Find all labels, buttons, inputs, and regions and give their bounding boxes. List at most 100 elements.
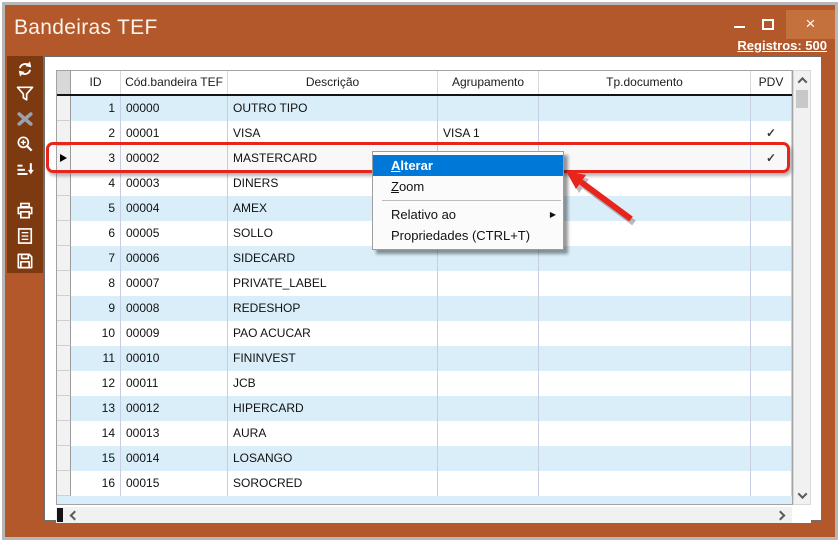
filter-icon <box>15 84 35 104</box>
filter-button[interactable] <box>7 81 43 106</box>
row-selector-cell[interactable] <box>57 121 71 146</box>
row-selector-cell[interactable] <box>57 371 71 396</box>
row-selector-cell[interactable] <box>57 96 71 121</box>
cell-codigo: 00012 <box>121 396 228 421</box>
table-row[interactable]: 1600015SOROCRED <box>57 471 792 496</box>
column-header-descricao[interactable]: Descrição <box>228 71 438 94</box>
cell-tp_documento <box>539 321 751 346</box>
cell-id: 9 <box>71 296 121 321</box>
column-header-id[interactable]: ID <box>71 71 121 94</box>
horizontal-scrollbar[interactable] <box>56 507 811 523</box>
maximize-button[interactable] <box>757 13 779 35</box>
cell-descricao: VISA <box>228 121 438 146</box>
cell-pdv <box>751 396 792 421</box>
cell-descricao: LOSANGO <box>228 446 438 471</box>
cell-pdv: ✓ <box>751 121 792 146</box>
cell-agrupamento <box>438 421 539 446</box>
clear-filter-button[interactable] <box>7 106 43 131</box>
menu-item-alterar[interactable]: Alterar <box>373 155 563 176</box>
cell-agrupamento: VISA 1 <box>438 121 539 146</box>
cell-codigo: 00015 <box>121 471 228 496</box>
cell-pdv <box>751 471 792 496</box>
row-selector-cell[interactable] <box>57 446 71 471</box>
horizontal-scroll-thumb[interactable] <box>57 508 63 522</box>
menu-item-relativo-ao[interactable]: Relativo ao▶ <box>373 204 563 225</box>
row-selector-cell[interactable] <box>57 196 71 221</box>
table-row[interactable]: 1100010FININVEST <box>57 346 792 371</box>
cell-id: 3 <box>71 146 121 171</box>
minimize-icon <box>734 26 745 28</box>
row-selector-cell[interactable] <box>57 471 71 496</box>
table-row[interactable]: 800007PRIVATE_LABEL <box>57 271 792 296</box>
report-button[interactable] <box>7 223 43 248</box>
row-selector-cell[interactable] <box>57 271 71 296</box>
refresh-button[interactable] <box>7 56 43 81</box>
table-row[interactable]: 1000009PAO ACUCAR <box>57 321 792 346</box>
cell-codigo: 00004 <box>121 196 228 221</box>
row-selector-cell[interactable] <box>57 421 71 446</box>
title-bar[interactable]: Bandeiras TEF × Registros: 500 <box>5 5 835 56</box>
save-button[interactable] <box>7 248 43 273</box>
cell-tp_documento <box>539 396 751 421</box>
scroll-up-button[interactable] <box>794 72 810 88</box>
data-grid: IDCód.bandeira TEFDescriçãoAgrupamentoTp… <box>56 70 793 505</box>
column-header-pdv[interactable]: PDV <box>751 71 792 94</box>
row-selector-header <box>57 71 71 94</box>
cell-tp_documento <box>539 471 751 496</box>
row-selector-cell[interactable] <box>57 221 71 246</box>
cell-id: 11 <box>71 346 121 371</box>
minimize-button[interactable] <box>729 13 751 35</box>
cell-codigo: 00006 <box>121 246 228 271</box>
column-header-tp_documento[interactable]: Tp.documento <box>539 71 751 94</box>
print-button[interactable] <box>7 198 43 223</box>
table-row[interactable]: 1400013AURA <box>57 421 792 446</box>
column-header-agrupamento[interactable]: Agrupamento <box>438 71 539 94</box>
table-row[interactable]: 100000OUTRO TIPO <box>57 96 792 121</box>
toolbar-panel <box>7 56 43 273</box>
menu-item-zoom[interactable]: Zoom <box>373 176 563 197</box>
cell-codigo: 00010 <box>121 346 228 371</box>
row-selector-cell[interactable] <box>57 346 71 371</box>
menu-item-propriedades-ctrl-t[interactable]: Propriedades (CTRL+T) <box>373 225 563 246</box>
row-selector-cell[interactable] <box>57 396 71 421</box>
cell-id: 12 <box>71 371 121 396</box>
cell-pdv <box>751 446 792 471</box>
cell-pdv <box>751 196 792 221</box>
row-selector-cell[interactable] <box>57 296 71 321</box>
zoom-button[interactable] <box>7 131 43 156</box>
cell-pdv <box>751 296 792 321</box>
table-row[interactable]: 1300012HIPERCARD <box>57 396 792 421</box>
checkmark-icon: ✓ <box>766 126 776 140</box>
table-row[interactable]: 1200011JCB <box>57 371 792 396</box>
scroll-left-button[interactable] <box>66 507 82 523</box>
registros-link[interactable]: Registros: 500 <box>737 38 827 53</box>
row-selector-cell[interactable] <box>57 246 71 271</box>
sort-button[interactable] <box>7 156 43 181</box>
save-icon <box>15 251 35 271</box>
cell-descricao: PRIVATE_LABEL <box>228 271 438 296</box>
table-row[interactable]: 1500014LOSANGO <box>57 446 792 471</box>
cell-id: 16 <box>71 471 121 496</box>
sort-icon <box>15 159 35 179</box>
cell-codigo: 00001 <box>121 121 228 146</box>
cell-agrupamento <box>438 346 539 371</box>
scroll-down-button[interactable] <box>794 487 810 503</box>
row-selector-cell[interactable] <box>57 321 71 346</box>
cell-agrupamento <box>438 296 539 321</box>
cell-pdv <box>751 271 792 296</box>
vertical-scrollbar[interactable] <box>793 70 811 505</box>
table-row[interactable]: 200001VISAVISA 1✓ <box>57 121 792 146</box>
vertical-scroll-thumb[interactable] <box>796 90 808 108</box>
row-selector-cell[interactable] <box>57 146 71 171</box>
cell-id: 7 <box>71 246 121 271</box>
chevron-down-icon <box>797 489 807 499</box>
cell-tp_documento <box>539 371 751 396</box>
cell-descricao: FININVEST <box>228 346 438 371</box>
scroll-right-button[interactable] <box>772 507 788 523</box>
table-row[interactable]: 900008REDESHOP <box>57 296 792 321</box>
context-menu: AlterarZoom Relativo ao▶Propriedades (CTR… <box>372 151 564 250</box>
row-selector-cell[interactable] <box>57 171 71 196</box>
close-button[interactable]: × <box>786 10 835 39</box>
column-header-codigo[interactable]: Cód.bandeira TEF <box>121 71 228 94</box>
cell-tp_documento <box>539 196 751 221</box>
